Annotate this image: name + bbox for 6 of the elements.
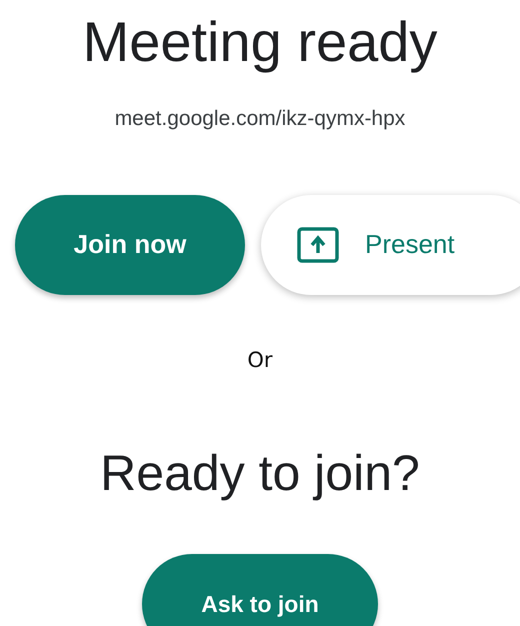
join-button[interactable]: Join now [15, 194, 245, 294]
ask-to-join-button[interactable]: Ask to join [142, 554, 378, 626]
present-button[interactable]: Present [261, 194, 520, 294]
join-heading: Ready to join? [100, 448, 420, 498]
present-icon [297, 226, 339, 262]
separator-text: Or [247, 346, 273, 374]
